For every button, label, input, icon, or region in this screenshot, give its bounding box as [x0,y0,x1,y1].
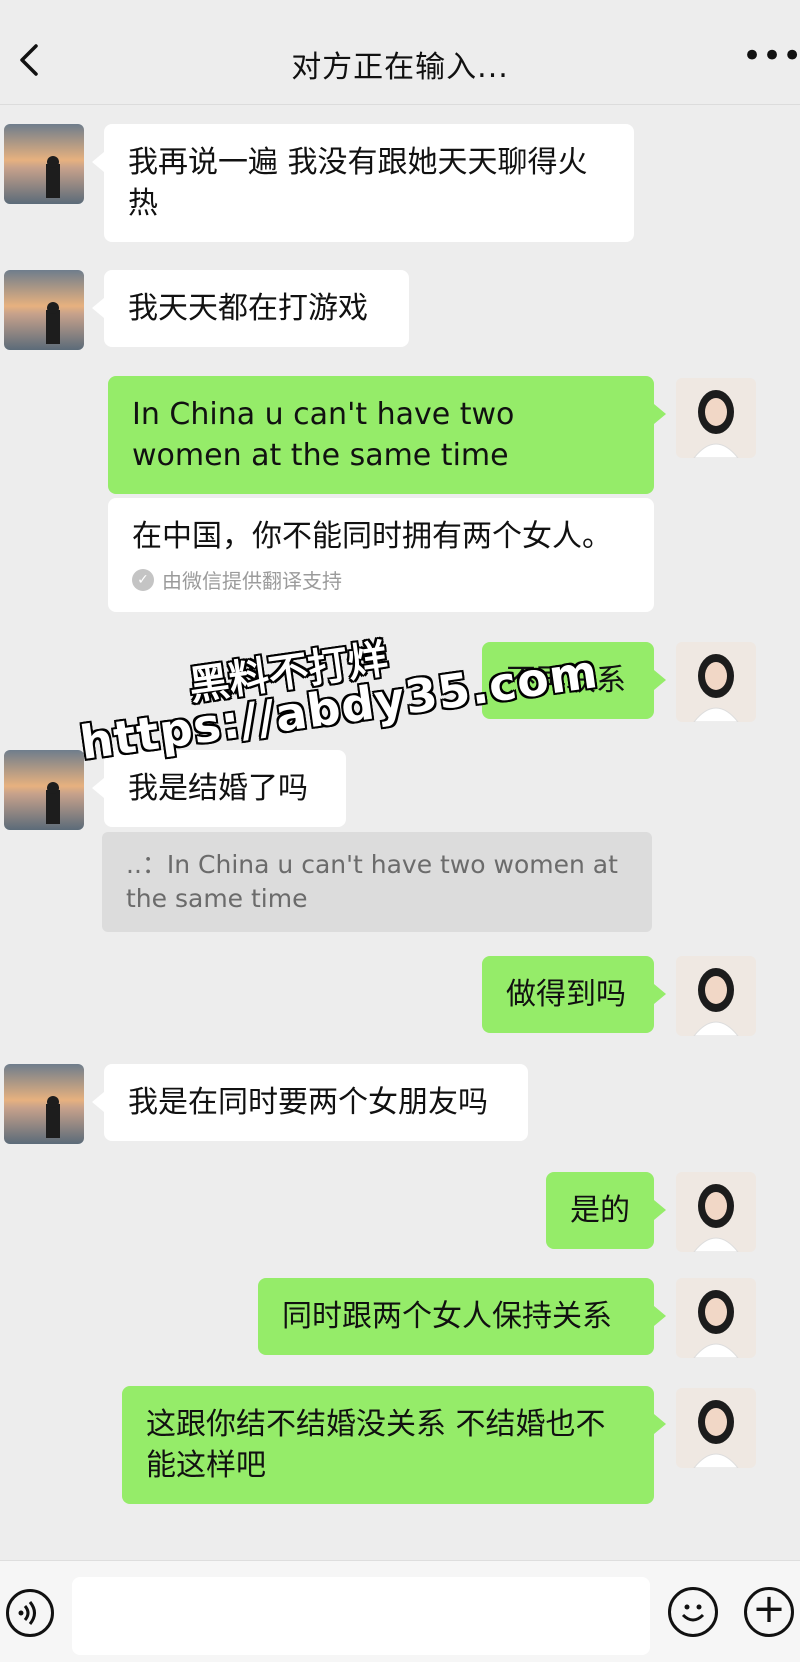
chat-header: 对方正在输入... ••• [0,0,800,105]
outgoing-message[interactable]: In China u can't have two women at the s… [108,376,666,494]
outgoing-message[interactable]: 是的 [546,1172,666,1249]
check-icon: ✓ [132,568,154,591]
incoming-message[interactable]: 我天天都在打游戏 [92,270,409,347]
outgoing-message[interactable]: 这跟你结不结婚没关系 不结婚也不能这样吧 [122,1386,666,1504]
self-avatar[interactable] [676,1172,756,1252]
message-list[interactable]: 我再说一遍 我没有跟她天天聊得火热 我天天都在打游戏 In China u ca… [0,104,800,1560]
plus-icon[interactable]: + [744,1587,794,1637]
translation-card[interactable]: 在中国，你不能同时拥有两个女人。 ✓ 由微信提供翻译支持 [108,498,654,612]
message-input[interactable] [72,1577,650,1655]
self-avatar[interactable] [676,956,756,1036]
self-avatar[interactable] [676,642,756,722]
translation-note: ✓ 由微信提供翻译支持 [132,565,630,594]
outgoing-message[interactable]: 做得到吗 [482,956,666,1033]
translation-text: 在中国，你不能同时拥有两个女人。 [132,519,612,554]
input-bar: + [0,1560,800,1662]
quoted-message[interactable]: ..：In China u can't have two women at th… [102,832,652,932]
contact-avatar[interactable] [4,270,84,350]
self-avatar[interactable] [676,1388,756,1468]
more-options-icon[interactable]: ••• [742,39,800,73]
chat-title: 对方正在输入... [291,50,509,85]
incoming-message[interactable]: 我是在同时要两个女朋友吗 [92,1064,528,1141]
self-avatar[interactable] [676,378,756,458]
incoming-message[interactable]: 我再说一遍 我没有跟她天天聊得火热 [92,124,634,242]
contact-avatar[interactable] [4,1064,84,1144]
voice-icon[interactable] [6,1589,54,1637]
outgoing-message[interactable]: 同时跟两个女人保持关系 [258,1278,666,1355]
contact-avatar[interactable] [4,750,84,830]
contact-avatar[interactable] [4,124,84,204]
self-avatar[interactable] [676,1278,756,1358]
emoji-icon[interactable] [668,1587,718,1637]
